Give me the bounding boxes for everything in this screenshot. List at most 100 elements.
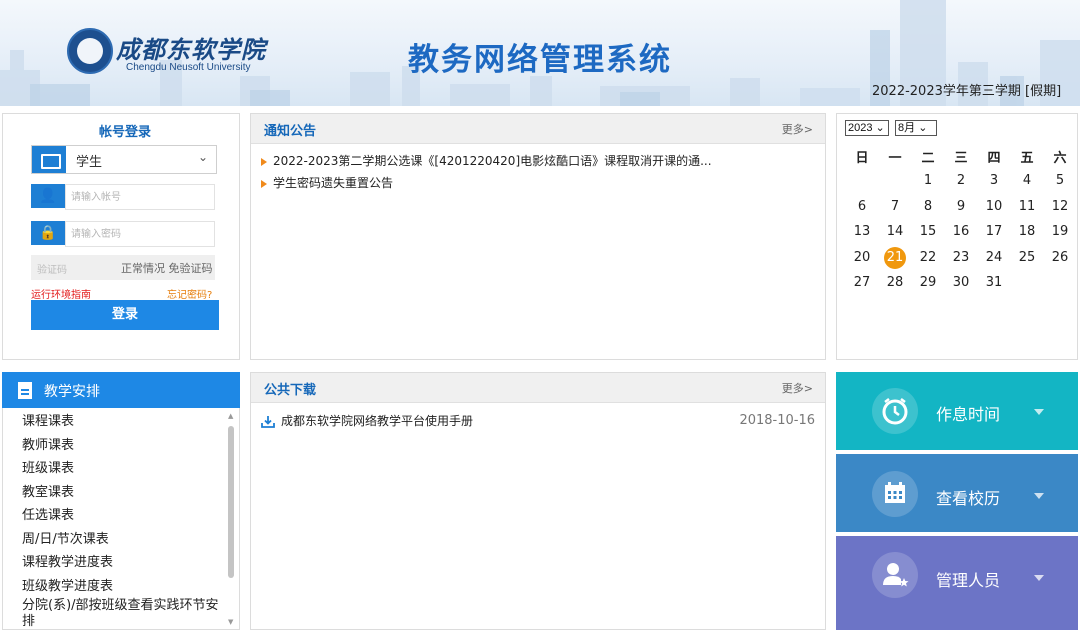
month-select[interactable]: 8月 ⌄ [895,120,937,136]
calendar-day[interactable]: 7 [879,199,911,219]
month-select-value: 8月 [898,122,916,134]
download-item[interactable]: 成都东软学院网络教学平台使用手册 [261,412,473,429]
calendar-day[interactable]: 5 [1044,173,1076,193]
tile-label: 查看校历 [936,489,1001,508]
calendar-day[interactable]: 2 [945,173,977,193]
forgot-password-link[interactable]: 忘记密码? [167,286,212,301]
calendar-day[interactable]: 30 [945,275,977,295]
login-button[interactable]: 登录 [31,300,219,330]
caret-down-icon [1034,493,1044,499]
notice-more-link[interactable]: 更多> [782,121,813,137]
weekday-header: 五 [1020,151,1034,166]
chevron-down-icon: ⌄ [918,122,928,134]
calendar-day[interactable]: 10 [978,199,1010,219]
calendar-day[interactable]: 12 [1044,199,1076,219]
notice-title: 通知公告 [264,124,317,139]
caret-down-icon [1034,575,1044,581]
captcha-placeholder: 验证码 [37,265,67,276]
calendar-day[interactable]: 6 [846,199,878,219]
download-icon [261,415,275,428]
weekday-header: 二 [921,151,935,166]
notice-item[interactable]: 2022-2023第二学期公选课《[4201220420]电影炫酷口语》课程取消… [261,152,712,169]
login-title: 帐号登录 [98,125,151,140]
tile-label: 管理人员 [936,571,1001,590]
teaching-item-class-timetable[interactable]: 班级课表 [22,461,222,477]
password-input[interactable] [65,221,215,247]
teaching-item-course-progress[interactable]: 课程教学进度表 [22,555,222,571]
teaching-item-class-progress[interactable]: 班级教学进度表 [22,579,222,595]
download-item-date: 2018-10-16 [739,413,815,428]
calendar-day[interactable]: 22 [912,250,944,270]
calendar-day[interactable]: 27 [846,275,878,295]
scroll-up-arrow-icon[interactable]: ▲ [228,412,233,420]
university-name-en: Chengdu Neusoft University [126,62,251,73]
calendar-day[interactable]: 9 [945,199,977,219]
id-card-icon [32,146,66,173]
calendar-day[interactable]: 11 [1011,199,1043,219]
chevron-down-icon: ⌄ [875,122,885,134]
notice-item[interactable]: 学生密码遗失重置公告 [261,174,393,191]
calendar-day[interactable]: 23 [945,250,977,270]
calendar-day[interactable]: 31 [978,275,1010,295]
orange-arrow-icon [261,157,267,166]
calendar-day[interactable]: 25 [1011,250,1043,270]
document-icon [18,382,32,399]
teaching-title: 教学安排 [44,384,100,400]
downloads-title: 公共下载 [264,383,317,398]
teaching-header: 教学安排 [2,372,240,408]
weekday-header: 三 [954,151,968,166]
notice-header: 通知公告 更多> [251,114,825,144]
weekday-header: 四 [987,151,1001,166]
teaching-item-practice-arrangement[interactable]: 分院(系)/部按班级查看实践环节安排 [22,598,222,629]
year-select[interactable]: 2023 ⌄ [845,120,889,136]
user-icon: 👤 [31,184,65,208]
scrollbar-thumb[interactable] [228,426,234,578]
role-select-value: 学生 [76,155,103,170]
calendar-day[interactable]: 29 [912,275,944,295]
weekday-header: 日 [855,151,869,166]
account-field: 👤 [31,184,215,210]
scroll-down-arrow-icon[interactable]: ▼ [228,618,233,626]
calendar-today[interactable]: 21 [884,246,906,269]
calendar-day[interactable]: 8 [912,199,944,219]
tile-schedule-time[interactable]: 作息时间 [836,372,1078,450]
env-guide-link[interactable]: 运行环境指南 [31,286,91,301]
notice-item-text: 2022-2023第二学期公选课《[4201220420]电影炫酷口语》课程取消… [273,154,712,168]
orange-arrow-icon [261,179,267,188]
calendar-day[interactable]: 17 [978,224,1010,244]
teaching-item-elective-timetable[interactable]: 任选课表 [22,508,222,524]
calendar-day[interactable]: 19 [1044,224,1076,244]
alarm-clock-icon [872,388,918,434]
calendar-day[interactable]: 18 [1011,224,1043,244]
calendar-day[interactable]: 4 [1011,173,1043,193]
teaching-item-teacher-timetable[interactable]: 教师课表 [22,438,222,454]
calendar-day[interactable]: 16 [945,224,977,244]
teaching-item-course-timetable[interactable]: 课程课表 [22,414,222,430]
account-input[interactable] [65,184,215,210]
calendar-day[interactable]: 28 [879,275,911,295]
calendar-day[interactable]: 20 [846,250,878,270]
calendar-day[interactable]: 26 [1044,250,1076,270]
university-name-cn: 成都东软学院 [116,35,266,64]
downloads-more-link[interactable]: 更多> [782,380,813,396]
captcha-field[interactable]: 验证码 正常情况 免验证码 [31,255,215,280]
teaching-scrollbar[interactable]: ▲ ▼ [225,412,237,626]
calendar-day[interactable]: 13 [846,224,878,244]
password-field: 🔒 [31,221,215,247]
tile-admin-staff[interactable]: 管理人员 [836,536,1078,630]
role-select[interactable]: 学生 ⌄ [31,145,217,174]
tile-school-calendar[interactable]: 查看校历 [836,454,1078,532]
calendar-day[interactable]: 24 [978,250,1010,270]
teaching-item-classroom-timetable[interactable]: 教室课表 [22,485,222,501]
calendar-day[interactable]: 14 [879,224,911,244]
calendar-day[interactable]: 3 [978,173,1010,193]
calendar-day[interactable]: 15 [912,224,944,244]
year-select-value: 2023 [848,122,873,134]
admin-user-icon [872,552,918,598]
calendar-day[interactable]: 1 [912,173,944,193]
teaching-list: 课程课表 教师课表 班级课表 教室课表 任选课表 周/日/节次课表 课程教学进度… [2,408,240,630]
weekday-header: 一 [888,151,902,166]
login-panel: 帐号登录 学生 ⌄ 👤 🔒 验证码 正常情况 免验证码 运行环境指南 忘记密码?… [2,113,240,360]
teaching-item-period-timetable[interactable]: 周/日/节次课表 [22,532,222,548]
downloads-panel: 公共下载 更多> 成都东软学院网络教学平台使用手册 2018-10-16 [250,372,826,630]
